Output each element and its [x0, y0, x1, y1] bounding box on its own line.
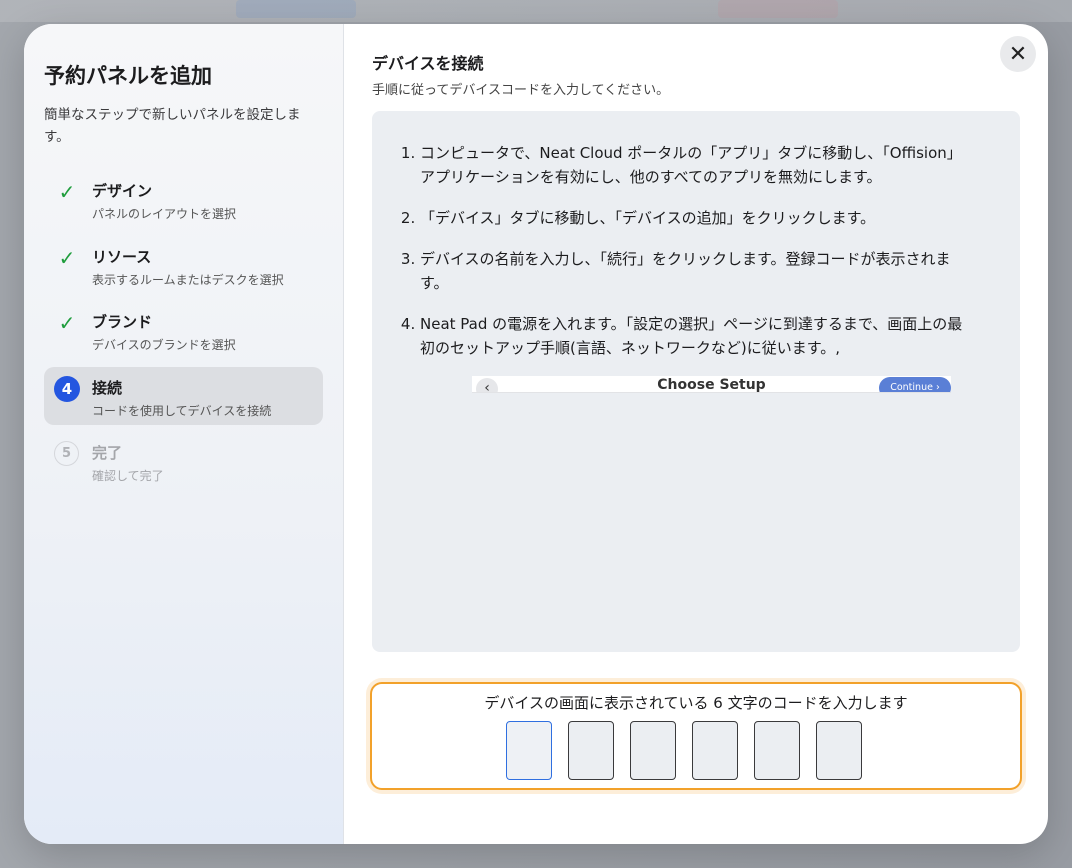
section-title: デバイスを接続 [372, 54, 484, 73]
step-label: 完了 [92, 444, 123, 462]
instruction-item: Neat Pad の電源を入れます。「設定の選択」ページに到達するまで、画面上の… [420, 312, 976, 360]
step-number-badge: 4 [54, 375, 80, 402]
step-design[interactable]: ✓ デザイン パネルのレイアウトを選択 [44, 170, 323, 228]
close-button[interactable]: ✕ [1000, 36, 1036, 72]
code-digit-1[interactable] [506, 721, 552, 780]
code-digit-3[interactable] [630, 721, 676, 780]
wizard-subtitle: 簡単なステップで新しいパネルを設定します。 [44, 107, 301, 145]
continue-pill: Continue › [879, 377, 951, 392]
code-digit-group [506, 721, 862, 780]
step-connect[interactable]: 4 接続 コードを使用してデバイスを接続 [44, 366, 323, 425]
check-icon: ✓ [58, 180, 76, 204]
step-brand[interactable]: ✓ ブランド デバイスのブランドを選択 [44, 301, 323, 359]
code-digit-5[interactable] [754, 721, 800, 780]
step-description: 表示するルームまたはデスクを選択 [92, 272, 284, 287]
instructions-panel[interactable]: コンピュータで、Neat Cloud ポータルの「アプリ」タブに移動し、「Off… [372, 111, 1020, 652]
step-complete: 5 完了 確認して完了 [44, 432, 323, 490]
instruction-list: コンピュータで、Neat Cloud ポータルの「アプリ」タブに移動し、「Off… [420, 141, 976, 377]
check-icon: ✓ [58, 311, 76, 335]
instruction-item: 「デバイス」タブに移動し、「デバイスの追加」をクリックします。 [420, 206, 976, 230]
instruction-item: デバイスの名前を入力し、「続行」をクリックします。登録コードが表示されます。 [420, 247, 976, 295]
step-description: 確認して完了 [92, 469, 164, 483]
step-label: 接続 [92, 378, 123, 397]
code-digit-6[interactable] [816, 721, 862, 780]
step-label: ブランド [92, 313, 153, 331]
instruction-item: コンピュータで、Neat Cloud ポータルの「アプリ」タブに移動し、「Off… [420, 141, 976, 189]
background-tab [718, 0, 838, 18]
wizard-content: デバイスを接続 手順に従ってデバイスコードを入力してください。 ✕ コンピュータ… [344, 24, 1048, 844]
section-subtitle: 手順に従ってデバイスコードを入力してください。 [372, 83, 670, 98]
add-panel-modal: 予約パネルを追加 簡単なステップで新しいパネルを設定します。 ✓ デザイン パネ… [24, 24, 1048, 844]
close-icon: ✕ [1008, 41, 1028, 66]
step-description: デバイスのブランドを選択 [92, 338, 236, 352]
step-resource[interactable]: ✓ リソース 表示するルームまたはデスクを選択 [44, 236, 323, 294]
step-label: デザイン [92, 182, 153, 200]
check-icon: ✓ [58, 245, 76, 270]
setup-screenshot: ‹ Choose Setup Continue › [472, 376, 951, 393]
background-tab [236, 0, 356, 18]
step-label: リソース [92, 247, 152, 266]
step-description: コードを使用してデバイスを接続 [92, 403, 272, 418]
wizard-sidebar: 予約パネルを追加 簡単なステップで新しいパネルを設定します。 ✓ デザイン パネ… [24, 24, 344, 844]
wizard-steps: ✓ デザイン パネルのレイアウトを選択 ✓ リソース 表示するルームまたはデスク… [44, 170, 323, 498]
code-prompt: デバイスの画面に表示されている 6 文字のコードを入力します [484, 694, 908, 712]
code-digit-4[interactable] [692, 721, 738, 780]
step-description: パネルのレイアウトを選択 [92, 207, 237, 221]
code-digit-2[interactable] [568, 721, 614, 780]
code-entry-box: デバイスの画面に表示されている 6 文字のコードを入力します [370, 682, 1022, 790]
step-number-badge: 5 [54, 441, 79, 466]
wizard-title: 予約パネルを追加 [44, 64, 212, 88]
